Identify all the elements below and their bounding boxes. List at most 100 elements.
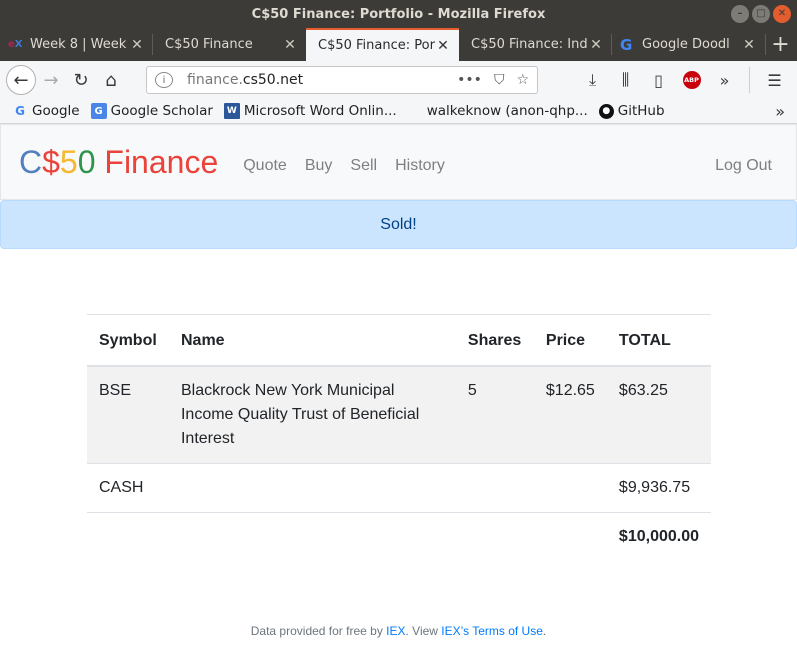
adblock-plus-button[interactable]: ABP [675,71,708,89]
reload-icon: ↻ [73,69,89,91]
download-icon[interactable]: ⤓ [576,70,609,90]
bookmark-walkeknow[interactable]: walkeknow (anon-qhp... [408,103,588,119]
nav-sell[interactable]: Sell [350,157,377,175]
grand-total-row: $10,000.00 [87,512,711,561]
footer-prefix: Data provided for free by [250,624,387,638]
arrow-left-icon: ← [13,69,29,91]
info-icon[interactable]: i [155,72,173,88]
home-button[interactable]: ⌂ [96,65,126,95]
new-tab-button[interactable]: + [765,32,795,57]
tab-label: C$50 Finance: Por [318,38,435,53]
tab-cs50-index[interactable]: C$50 Finance: Ind ✕ [459,28,612,61]
brand-logo[interactable]: C$50 Finance [19,144,218,181]
close-tab-icon[interactable]: ✕ [129,37,145,53]
cash-total: $9,936.75 [606,463,711,513]
cell-price: $12.65 [533,365,607,464]
page-actions-icon[interactable]: ••• [457,72,482,88]
tab-cs50-finance[interactable]: C$50 Finance ✕ [153,28,306,61]
cash-row: CASH $9,936.75 [87,463,711,513]
page-content: C$50 Finance Quote Buy Sell History Log … [0,124,797,665]
cell-total: $63.25 [606,365,711,464]
brand-dollar: $ [42,143,60,180]
portfolio-table: Symbol Name Shares Price TOTAL BSE Black… [87,314,711,561]
nav-buy[interactable]: Buy [305,157,333,175]
bookmark-microsoft-word[interactable]: W Microsoft Word Onlin... [223,103,397,119]
google-scholar-icon: G [90,103,107,119]
logout-link[interactable]: Log Out [715,157,772,175]
tab-week8[interactable]: eX Week 8 | Week ✕ [0,28,153,61]
reload-button[interactable]: ↻ [66,65,96,95]
brand-five: 5 [59,143,78,180]
bookmark-label: GitHub [617,103,665,119]
maximize-button[interactable]: □ [752,5,770,23]
alert-message: Sold! [380,215,417,233]
bookmark-google-scholar[interactable]: G Google Scholar [90,103,213,119]
site-nav-links: Quote Buy Sell History [243,157,463,175]
bookmark-label: Microsoft Word Onlin... [243,103,397,119]
bookmark-google[interactable]: G Google [12,103,80,119]
bookmark-label: walkeknow (anon-qhp... [426,103,588,119]
google-icon: G [620,35,633,54]
tab-cs50-portfolio[interactable]: C$50 Finance: Por ✕ [306,28,459,61]
url-host: cs50.net [242,72,304,88]
bookmark-github[interactable]: ● GitHub [598,103,665,119]
close-tab-icon[interactable]: ✕ [435,38,451,54]
close-tab-icon[interactable]: ✕ [588,37,604,53]
bookmark-star-icon[interactable]: ☆ [516,72,529,88]
header-symbol: Symbol [87,314,169,367]
header-shares: Shares [455,314,534,367]
nav-quote[interactable]: Quote [243,157,287,175]
bookmarks-overflow-icon[interactable]: » [775,102,785,121]
close-window-button[interactable]: ✕ [773,5,791,23]
cell-symbol: BSE [87,365,169,464]
window-controls: – □ ✕ [731,5,791,23]
github-icon: ● [598,103,614,119]
tab-label: C$50 Finance [165,37,253,52]
bookmarks-bar: G Google G Google Scholar W Microsoft Wo… [0,99,797,124]
sidebar-icon[interactable]: ▯ [642,71,675,90]
table-header-row: Symbol Name Shares Price TOTAL [87,314,711,367]
pocket-icon[interactable]: ⛉ [494,72,505,88]
iex-terms-link[interactable]: IEX’s Terms of Use [441,624,543,638]
nav-history[interactable]: History [395,157,445,175]
page-footer: Data provided for free by IEX. View IEX’… [0,624,797,638]
tab-label: Week 8 | Week [30,37,127,52]
microsoft-icon [408,104,423,119]
bookmark-label: Google Scholar [110,103,213,119]
cash-label: CASH [87,463,169,513]
window-titlebar: C$50 Finance: Portfolio - Mozilla Firefo… [0,0,797,28]
header-price: Price [533,314,607,367]
close-tab-icon[interactable]: ✕ [282,37,298,53]
footer-middle: . View [405,624,442,638]
forward-button[interactable]: → [36,65,66,95]
nav-toolbar: ← → ↻ ⌂ i finance. cs50.net ••• ⛉ ☆ ⤓ ⫼ ▯… [0,61,797,99]
arrow-right-icon: → [43,69,59,91]
grand-total: $10,000.00 [606,512,711,561]
overflow-chevron-icon[interactable]: » [708,71,741,90]
edx-icon: eX [8,39,23,50]
back-button[interactable]: ← [6,65,36,95]
library-icon[interactable]: ⫼ [609,70,642,90]
word-icon: W [223,103,240,119]
hamburger-menu-icon[interactable]: ☰ [758,71,791,90]
window-title: C$50 Finance: Portfolio - Mozilla Firefo… [251,6,546,22]
toolbar-icons: ⤓ ⫼ ▯ ABP » ☰ [576,67,791,93]
adblock-plus-icon: ABP [682,71,701,89]
footer-suffix: . [542,624,547,638]
home-icon: ⌂ [105,69,117,91]
brand-c: C [19,143,43,180]
tab-google-doodle[interactable]: G Google Doodl ✕ [612,28,765,61]
site-navbar: C$50 Finance Quote Buy Sell History Log … [0,124,797,200]
toolbar-divider [749,67,750,93]
cell-name: Blackrock New York Municipal Income Qual… [168,365,456,464]
brand-finance: Finance [95,143,219,180]
close-tab-icon[interactable]: ✕ [741,37,757,53]
url-bar[interactable]: i finance. cs50.net ••• ⛉ ☆ [146,66,538,94]
tab-label: Google Doodl [642,37,730,52]
cell-shares: 5 [455,365,534,464]
iex-link[interactable]: IEX [386,624,405,638]
header-name: Name [168,314,456,367]
minimize-button[interactable]: – [731,5,749,23]
header-total: TOTAL [606,314,711,367]
tab-strip: eX Week 8 | Week ✕ C$50 Finance ✕ C$50 F… [0,28,797,61]
